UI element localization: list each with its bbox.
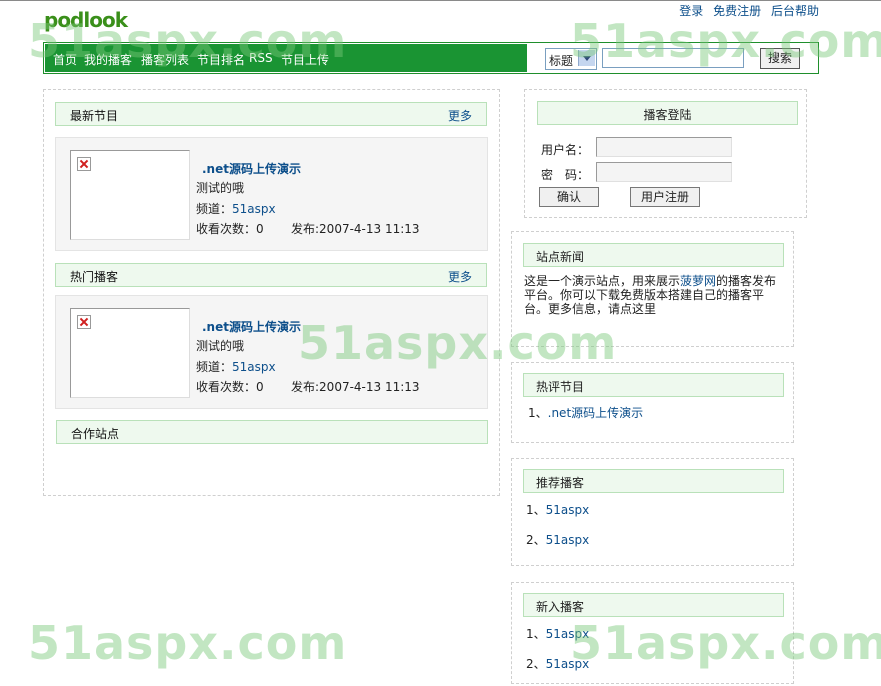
latest-header: 最新节目 更多	[55, 102, 487, 126]
list-item-link[interactable]: .net源码上传演示	[548, 406, 644, 420]
password-label: 密 码：	[541, 168, 590, 182]
item-views: 收看次数：0	[196, 380, 264, 394]
hot-more-link[interactable]: 更多	[448, 268, 472, 285]
hot-review-header: 热评节目	[523, 373, 784, 397]
new-podcast-header: 新入播客	[523, 593, 784, 617]
nav-podcast-list[interactable]: 播客列表	[141, 51, 189, 68]
list-item: 2、51aspx	[526, 657, 590, 671]
site-logo[interactable]: podlook	[44, 8, 144, 38]
main-nav: 首页 我的播客 播客列表 节目排名 RSS 节目上传	[45, 44, 527, 72]
chevron-down-icon	[578, 50, 595, 66]
partners-header: 合作站点	[56, 420, 488, 444]
recommend-header: 推荐播客	[523, 469, 784, 493]
news-panel: 站点新闻 这是一个演示站点，用来展示菠萝网的播客发布平台。你可以下载免费版本搭建…	[511, 231, 794, 347]
nav-container: 首页 我的播客 播客列表 节目排名 RSS 节目上传 标题 搜索	[43, 42, 819, 74]
hot-review-panel: 热评节目 1、.net源码上传演示	[511, 362, 794, 443]
item-title[interactable]: .net源码上传演示	[202, 160, 301, 177]
latest-more-link[interactable]: 更多	[448, 107, 472, 124]
register-link[interactable]: 免费注册	[713, 4, 761, 18]
nav-upload[interactable]: 节目上传	[281, 51, 329, 68]
item-desc: 测试的哦	[196, 181, 245, 195]
left-panel: 最新节目 更多 .net源码上传演示 测试的哦 频道：51aspx 收看次数：0…	[43, 89, 500, 496]
channel-link[interactable]: 51aspx	[232, 360, 276, 374]
item-published: 发布:2007-4-13 11:13	[291, 222, 420, 236]
broken-image-icon	[77, 157, 91, 171]
top-border	[0, 0, 881, 1]
list-item: 1、.net源码上传演示	[528, 406, 644, 420]
news-header: 站点新闻	[523, 243, 784, 267]
search-input[interactable]	[602, 48, 744, 68]
list-item: 2、51aspx	[526, 533, 590, 547]
login-panel: 播客登陆 用户名： 密 码： 确认 用户注册	[524, 89, 807, 218]
help-link[interactable]: 后台帮助	[771, 4, 819, 18]
login-link[interactable]: 登录	[679, 4, 703, 18]
hot-header: 热门播客 更多	[55, 263, 487, 287]
latest-item: .net源码上传演示 测试的哦 频道：51aspx 收看次数：0 发布:2007…	[55, 137, 488, 251]
recommend-panel: 推荐播客 1、51aspx 2、51aspx	[511, 458, 794, 566]
username-label: 用户名：	[541, 143, 590, 157]
broken-image-icon	[77, 315, 91, 329]
top-links: 登录 免费注册 后台帮助	[673, 2, 819, 19]
new-podcast-panel: 新入播客 1、51aspx 2、51aspx	[511, 582, 794, 684]
list-item-link[interactable]: 51aspx	[546, 533, 590, 547]
list-item: 1、51aspx	[526, 503, 590, 517]
item-published: 发布:2007-4-13 11:13	[291, 380, 420, 394]
search-button[interactable]: 搜索	[760, 48, 800, 69]
news-text: 这是一个演示站点，用来展示菠萝网的播客发布平台。你可以下载免费版本搭建自己的播客…	[524, 274, 777, 316]
hot-item: .net源码上传演示 测试的哦 频道：51aspx 收看次数：0 发布:2007…	[55, 295, 488, 409]
thumbnail[interactable]	[70, 308, 190, 398]
search-type-select[interactable]: 标题	[545, 48, 597, 70]
nav-home[interactable]: 首页	[53, 51, 77, 68]
news-link[interactable]: 菠萝网	[680, 274, 716, 288]
item-title[interactable]: .net源码上传演示	[202, 318, 301, 335]
password-input[interactable]	[596, 162, 732, 182]
list-item-link[interactable]: 51aspx	[546, 503, 590, 517]
username-input[interactable]	[596, 137, 732, 157]
thumbnail[interactable]	[70, 150, 190, 240]
nav-rss[interactable]: RSS	[249, 51, 273, 65]
nav-ranking[interactable]: 节目排名	[197, 51, 245, 68]
list-item: 1、51aspx	[526, 627, 590, 641]
item-views: 收看次数：0	[196, 222, 264, 236]
channel-link[interactable]: 51aspx	[232, 202, 276, 216]
register-button[interactable]: 用户注册	[630, 187, 700, 207]
list-item-link[interactable]: 51aspx	[546, 657, 590, 671]
item-channel: 频道：51aspx	[196, 360, 276, 374]
item-desc: 测试的哦	[196, 339, 245, 353]
nav-my-podcast[interactable]: 我的播客	[84, 51, 132, 68]
watermark: 51aspx.com	[28, 616, 348, 670]
list-item-link[interactable]: 51aspx	[546, 627, 590, 641]
confirm-button[interactable]: 确认	[539, 187, 599, 207]
login-header: 播客登陆	[537, 101, 798, 125]
item-channel: 频道：51aspx	[196, 202, 276, 216]
